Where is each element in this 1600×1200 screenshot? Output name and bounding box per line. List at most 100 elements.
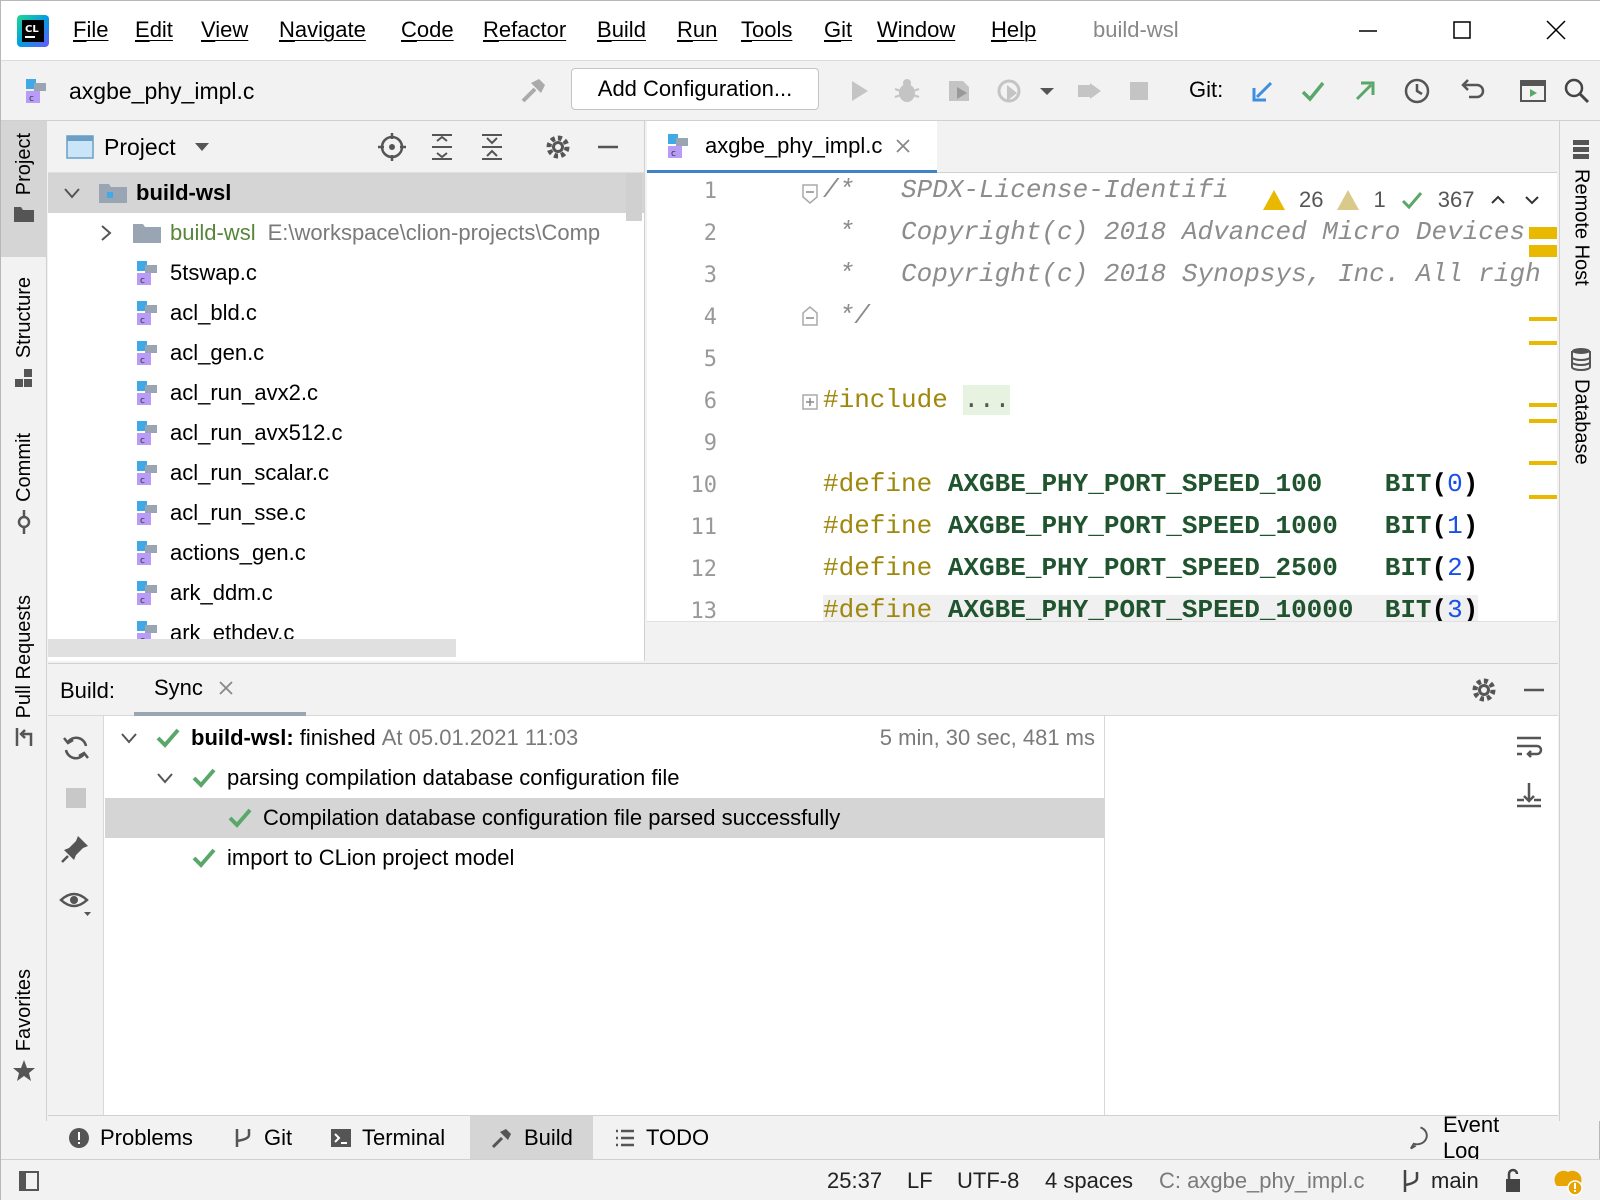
menu-edit[interactable]: Edit bbox=[135, 17, 173, 43]
error-stripe-mark[interactable] bbox=[1529, 495, 1557, 499]
chevron-down-icon[interactable] bbox=[155, 768, 175, 788]
tree-file-row[interactable]: c acl_run_scalar.c bbox=[48, 453, 644, 493]
tree-root-build-wsl[interactable]: build-wsl bbox=[48, 173, 644, 213]
tab-event-log[interactable]: Event Log bbox=[1388, 1112, 1558, 1163]
scroll-to-end-icon[interactable] bbox=[1514, 780, 1544, 810]
hide-panel-icon[interactable] bbox=[592, 131, 624, 163]
menu-git[interactable]: Git bbox=[824, 17, 852, 43]
stop-icon[interactable] bbox=[1123, 75, 1155, 107]
error-stripe-mark[interactable] bbox=[1529, 245, 1557, 257]
run-coverage-icon[interactable] bbox=[943, 75, 975, 107]
lock-icon[interactable] bbox=[1503, 1168, 1527, 1194]
gear-icon[interactable] bbox=[542, 131, 574, 163]
menu-view[interactable]: View bbox=[201, 17, 248, 43]
rollback-icon[interactable] bbox=[1455, 75, 1487, 107]
debug-icon[interactable] bbox=[891, 75, 923, 107]
error-stripe-mark[interactable] bbox=[1529, 461, 1557, 465]
git-update-icon[interactable] bbox=[1247, 75, 1279, 107]
menu-navigate[interactable]: Navigate bbox=[279, 17, 366, 43]
git-commit-icon[interactable] bbox=[1297, 75, 1329, 107]
resolve-context[interactable]: C: axgbe_phy_impl.c bbox=[1159, 1168, 1364, 1194]
tab-sync[interactable]: Sync bbox=[134, 664, 306, 716]
git-push-icon[interactable] bbox=[1349, 75, 1381, 107]
menu-file[interactable]: File bbox=[73, 17, 108, 43]
close-tab-icon[interactable] bbox=[217, 679, 235, 697]
run-icon[interactable] bbox=[843, 75, 875, 107]
menu-tools[interactable]: Tools bbox=[741, 17, 792, 43]
tree-file-row[interactable]: c 5tswap.c bbox=[48, 253, 644, 293]
sync-icon[interactable] bbox=[60, 732, 92, 764]
error-stripe-mark[interactable] bbox=[1529, 341, 1557, 345]
tab-problems[interactable]: Problems bbox=[48, 1116, 213, 1160]
tab-project[interactable]: Project bbox=[1, 121, 47, 257]
chevron-down-icon[interactable] bbox=[1522, 190, 1542, 210]
tab-database[interactable]: Database bbox=[1560, 347, 1600, 497]
tab-build[interactable]: Build bbox=[470, 1116, 593, 1160]
expand-all-icon[interactable] bbox=[426, 131, 458, 163]
add-configuration-button[interactable]: Add Configuration... bbox=[571, 68, 819, 110]
collapse-all-icon[interactable] bbox=[476, 131, 508, 163]
close-icon[interactable] bbox=[1541, 15, 1571, 45]
error-stripe-mark[interactable] bbox=[1529, 419, 1557, 423]
gear-icon[interactable] bbox=[1468, 674, 1500, 706]
pin-icon[interactable] bbox=[60, 832, 92, 864]
tree-file-row[interactable]: c acl_gen.c bbox=[48, 333, 644, 373]
close-tab-icon[interactable] bbox=[894, 137, 912, 155]
build-root-row[interactable]: build-wsl: finished At 05.01.2021 11:03 … bbox=[105, 718, 1105, 758]
horizontal-scrollbar[interactable] bbox=[48, 639, 456, 657]
code-editor[interactable]: c axgbe_phy_impl.c 1 2 3 4 5 6 9 10 11 1… bbox=[647, 121, 1557, 661]
chevron-down-icon[interactable] bbox=[1031, 75, 1063, 107]
hide-panel-icon[interactable] bbox=[1518, 674, 1550, 706]
menu-build[interactable]: Build bbox=[597, 17, 646, 43]
menu-run[interactable]: Run bbox=[677, 17, 717, 43]
tree-file-row[interactable]: c acl_run_sse.c bbox=[48, 493, 644, 533]
build-step-row[interactable]: import to CLion project model bbox=[105, 838, 1105, 878]
indent-setting[interactable]: 4 spaces bbox=[1045, 1168, 1133, 1194]
project-view-selector[interactable]: Project bbox=[104, 134, 176, 161]
tree-file-row[interactable]: c ark_ddm.c bbox=[48, 573, 644, 613]
folded-includes[interactable]: ... bbox=[963, 385, 1011, 415]
tree-file-row[interactable]: c acl_run_avx2.c bbox=[48, 373, 644, 413]
history-icon[interactable] bbox=[1401, 75, 1433, 107]
profiler-icon[interactable] bbox=[993, 75, 1025, 107]
minimize-icon[interactable] bbox=[1353, 15, 1383, 45]
tab-favorites[interactable]: Favorites bbox=[1, 969, 47, 1109]
tab-structure[interactable]: Structure bbox=[1, 277, 47, 407]
menu-code[interactable]: Code bbox=[401, 17, 454, 43]
caret-position[interactable]: 25:37 bbox=[827, 1168, 882, 1194]
error-stripe-mark[interactable] bbox=[1529, 227, 1557, 239]
locate-icon[interactable] bbox=[376, 131, 408, 163]
chevron-down-icon[interactable] bbox=[119, 728, 139, 748]
soft-wrap-icon[interactable] bbox=[1514, 732, 1544, 762]
tab-git[interactable]: Git bbox=[212, 1116, 312, 1160]
build-message-row[interactable]: Compilation database configuration file … bbox=[105, 798, 1105, 838]
chevron-down-icon[interactable] bbox=[192, 139, 212, 155]
fold-marker-icon[interactable] bbox=[801, 183, 819, 205]
error-stripe-mark[interactable] bbox=[1529, 403, 1557, 407]
file-breadcrumb[interactable]: c axgbe_phy_impl.c bbox=[23, 71, 254, 111]
inspection-widget[interactable]: 26 1 367 bbox=[1255, 183, 1551, 217]
fold-marker-icon[interactable] bbox=[801, 305, 819, 327]
build-hammer-icon[interactable] bbox=[517, 75, 549, 107]
tab-commit[interactable]: Commit bbox=[1, 433, 47, 545]
git-branch[interactable]: main bbox=[1431, 1168, 1479, 1194]
toggle-tool-windows-icon[interactable] bbox=[17, 1169, 41, 1193]
tab-axgbe-phy-impl[interactable]: c axgbe_phy_impl.c bbox=[647, 121, 937, 173]
maximize-icon[interactable] bbox=[1447, 15, 1477, 45]
chevron-right-icon[interactable] bbox=[96, 223, 116, 243]
attach-debugger-icon[interactable] bbox=[1073, 75, 1105, 107]
tree-file-row[interactable]: c acl_bld.c bbox=[48, 293, 644, 333]
tab-remote-host[interactable]: Remote Host bbox=[1560, 139, 1600, 319]
notification-alert-icon[interactable] bbox=[1551, 1166, 1585, 1196]
line-separator[interactable]: LF bbox=[907, 1168, 933, 1194]
tree-file-row[interactable]: c actions_gen.c bbox=[48, 533, 644, 573]
run-anything-icon[interactable] bbox=[1517, 75, 1549, 107]
tab-pull-requests[interactable]: Pull Requests bbox=[1, 595, 47, 755]
error-stripe-mark[interactable] bbox=[1529, 317, 1557, 321]
expand-fold-icon[interactable] bbox=[801, 393, 819, 411]
tree-file-row[interactable]: c acl_run_avx512.c bbox=[48, 413, 644, 453]
tab-todo[interactable]: TODO bbox=[594, 1116, 729, 1160]
file-encoding[interactable]: UTF-8 bbox=[957, 1168, 1019, 1194]
menu-window[interactable]: Window bbox=[877, 17, 955, 43]
chevron-down-icon[interactable] bbox=[62, 183, 82, 203]
